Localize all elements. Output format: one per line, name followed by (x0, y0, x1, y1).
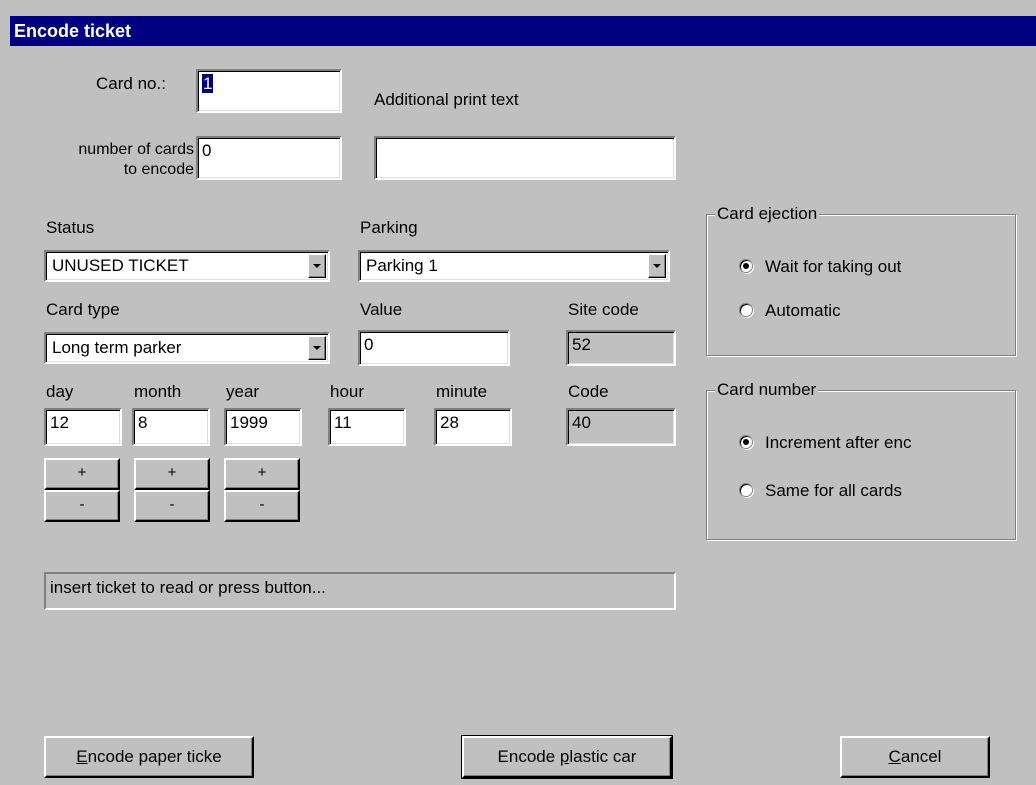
radio-wait-for-taking-out[interactable]: Wait for taking out (739, 257, 901, 277)
status-message: insert ticket to read or press button... (44, 572, 676, 610)
month-minus-button[interactable]: - (134, 490, 210, 522)
month-field[interactable]: 8 (132, 408, 210, 446)
encode-paper-hotkey: E (76, 747, 88, 766)
radio-increment-after-enc[interactable]: Increment after enc (739, 433, 911, 453)
hour-field[interactable]: 11 (328, 408, 406, 446)
num-cards-field[interactable]: 0 (196, 136, 342, 180)
encode-paper-ticket-button[interactable]: Encode paper ticke (44, 736, 254, 778)
radio-unselected-icon (739, 303, 753, 317)
encode-paper-label: ncode paper ticke (87, 747, 222, 766)
encode-plastic-label-post: lastic car (569, 747, 637, 766)
value-label: Value (360, 300, 403, 319)
print-text-field[interactable] (374, 136, 676, 180)
day-field[interactable]: 12 (44, 408, 122, 446)
status-dropdown-icon[interactable] (308, 254, 326, 278)
month-plus-button[interactable]: + (134, 458, 210, 490)
day-label: day (46, 382, 74, 401)
status-value: UNUSED TICKET (52, 256, 189, 275)
card-type-dropdown-icon[interactable] (308, 336, 326, 360)
year-plus-button[interactable]: + (224, 458, 300, 490)
year-field[interactable]: 1999 (224, 408, 302, 446)
day-minus-button[interactable]: - (44, 490, 120, 522)
card-type-combo[interactable]: Long term parker (44, 332, 330, 364)
encode-plastic-hotkey: p (559, 747, 570, 766)
year-label: year (226, 382, 260, 401)
radio-selected-icon (739, 259, 753, 273)
num-cards-label-line2: to encode (123, 161, 194, 178)
cancel-hotkey: C (888, 747, 901, 766)
code-label: Code (568, 382, 609, 401)
num-cards-label-line1: number of cards (78, 141, 194, 158)
card-number-title: Card number (715, 380, 819, 400)
minute-label: minute (436, 382, 488, 401)
parking-value: Parking 1 (366, 256, 438, 275)
parking-dropdown-icon[interactable] (648, 254, 666, 278)
month-label: month (134, 382, 182, 401)
status-label: Status (46, 218, 95, 237)
cancel-button[interactable]: Cancel (840, 736, 990, 778)
value-field[interactable]: 0 (358, 330, 510, 366)
radio-increment-label: Increment after enc (765, 433, 912, 452)
card-number-group: Card number Increment after enc Same for… (706, 380, 1016, 540)
radio-wait-label: Wait for taking out (765, 257, 902, 276)
card-no-field[interactable]: 1 (196, 69, 342, 113)
minute-field[interactable]: 28 (434, 408, 512, 446)
card-no-value: 1 (202, 74, 214, 93)
radio-same-label: Same for all cards (765, 481, 902, 500)
card-type-value: Long term parker (52, 338, 182, 357)
card-ejection-title: Card ejection (715, 204, 820, 224)
day-plus-button[interactable]: + (44, 458, 120, 490)
window-title: Encode ticket (10, 16, 1036, 46)
status-combo[interactable]: UNUSED TICKET (44, 250, 330, 282)
site-code-field: 52 (566, 330, 676, 366)
print-text-label: Additional print text (374, 90, 519, 109)
radio-automatic[interactable]: Automatic (739, 301, 841, 321)
radio-selected-icon (739, 435, 753, 449)
radio-unselected-icon (739, 483, 753, 497)
hour-label: hour (330, 382, 365, 401)
card-ejection-group: Card ejection Wait for taking out Automa… (706, 204, 1016, 356)
parking-combo[interactable]: Parking 1 (358, 250, 670, 282)
year-minus-button[interactable]: - (224, 490, 300, 522)
site-code-label: Site code (568, 300, 639, 319)
card-no-label: Card no.: (96, 74, 166, 93)
parking-label: Parking (360, 218, 418, 237)
encode-plastic-card-button[interactable]: Encode plastic car (461, 735, 673, 779)
encode-plastic-label-pre: Encode (497, 747, 560, 766)
card-type-label: Card type (46, 300, 120, 319)
radio-automatic-label: Automatic (765, 301, 841, 320)
cancel-label: ancel (900, 747, 942, 766)
code-field: 40 (566, 408, 676, 446)
radio-same-for-all-cards[interactable]: Same for all cards (739, 481, 902, 501)
